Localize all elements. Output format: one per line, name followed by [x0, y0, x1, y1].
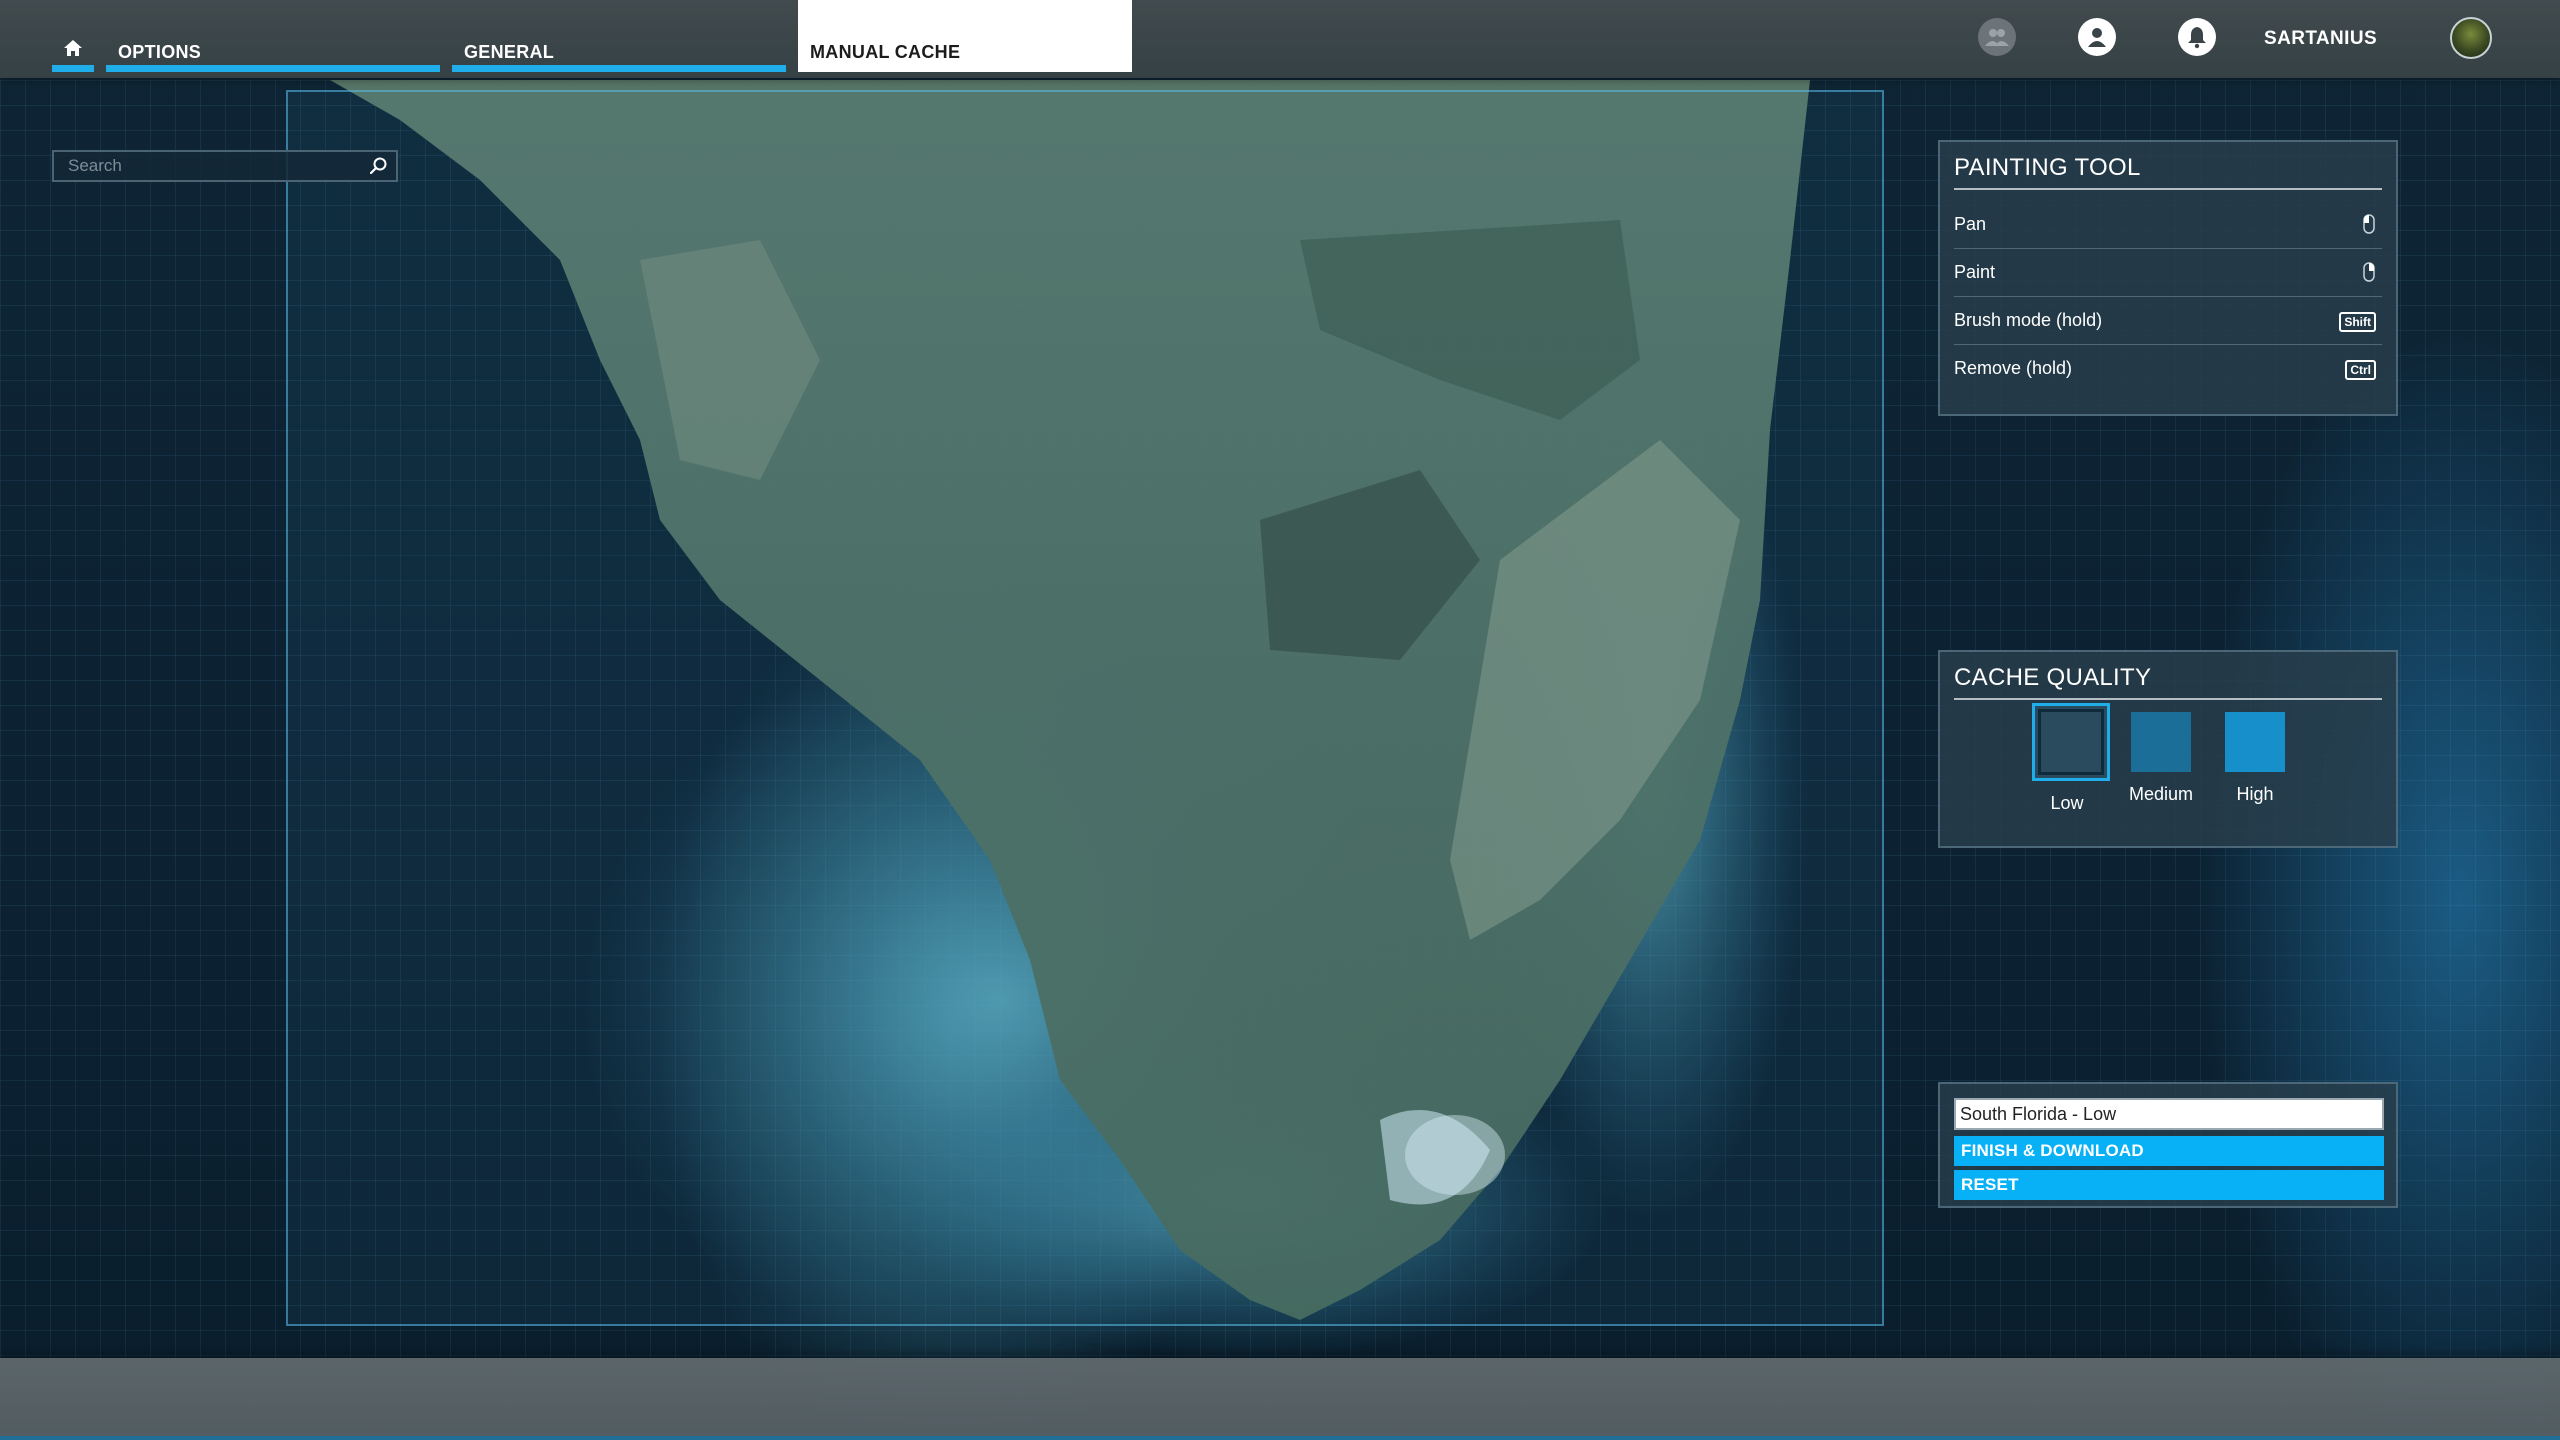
painting-tool-panel: PAINTING TOOL Pan Paint Brush mode (hold… [1938, 140, 2398, 416]
manual-cache-screen: OPTIONS GENERAL MANUAL CACHE SARTANIUS S… [0, 0, 2560, 1440]
friends-icon[interactable] [1978, 18, 2016, 56]
painting-tool-title: PAINTING TOOL [1954, 154, 2382, 190]
cache-name-field[interactable] [1954, 1098, 2384, 1130]
quality-option-medium[interactable]: Medium [2126, 712, 2196, 805]
tool-row-remove: Remove (hold) Ctrl [1954, 346, 2382, 392]
cache-quality-title: CACHE QUALITY [1954, 664, 2382, 700]
tool-row-label: Pan [1954, 214, 1987, 234]
tab-options-label: OPTIONS [118, 42, 202, 62]
bell-icon [2188, 27, 2206, 49]
tool-row-brush-mode: Brush mode (hold) Shift [1954, 298, 2382, 345]
quality-label: High [2236, 784, 2274, 804]
quality-swatch-high[interactable] [2225, 712, 2285, 772]
tool-row-paint: Paint [1954, 250, 2382, 297]
download-panel: FINISH & DOWNLOAD RESET [1938, 1082, 2398, 1208]
tool-row-label: Brush mode (hold) [1954, 310, 2103, 330]
cache-selection-area[interactable] [286, 90, 1884, 1326]
username[interactable]: SARTANIUS [2264, 28, 2377, 50]
finish-download-button[interactable]: FINISH & DOWNLOAD [1954, 1136, 2384, 1166]
search-icon[interactable] [368, 156, 388, 176]
bottom-accent-line [0, 1436, 2560, 1440]
tab-underline [452, 65, 786, 72]
quality-swatch-medium[interactable] [2131, 712, 2191, 772]
tab-home[interactable] [52, 0, 94, 72]
quality-swatch-low[interactable] [2032, 703, 2110, 781]
profile-icon[interactable] [2078, 18, 2116, 56]
reset-button[interactable]: RESET [1954, 1170, 2384, 1200]
quality-label: Medium [2128, 784, 2194, 804]
tab-underline [52, 65, 94, 72]
left-mouse-icon [2362, 214, 2376, 239]
bottom-bar [0, 1358, 2560, 1440]
tool-row-pan: Pan [1954, 202, 2382, 249]
search-input[interactable] [54, 152, 368, 180]
user-icon [2088, 28, 2106, 47]
tab-manual-cache-label: MANUAL CACHE [810, 42, 961, 62]
quality-option-high[interactable]: High [2220, 712, 2290, 805]
notifications-icon[interactable] [2178, 18, 2216, 56]
keycap-shift: Shift [2339, 312, 2376, 332]
quality-label: Low [2050, 793, 2084, 813]
shift-key-icon: Shift [2339, 310, 2376, 332]
tab-options[interactable]: OPTIONS [106, 0, 440, 72]
people-icon [1985, 29, 2009, 46]
avatar[interactable] [2450, 17, 2492, 59]
tab-general[interactable]: GENERAL [452, 0, 786, 72]
tab-general-label: GENERAL [464, 42, 555, 62]
tool-row-label: Paint [1954, 262, 1996, 282]
search-box[interactable] [52, 150, 398, 182]
tab-manual-cache[interactable]: MANUAL CACHE [798, 0, 1132, 72]
home-icon [64, 40, 82, 56]
right-mouse-icon [2362, 262, 2376, 287]
cache-quality-panel: CACHE QUALITY Low Medium High [1938, 650, 2398, 848]
tab-underline [106, 65, 440, 72]
keycap-ctrl: Ctrl [2345, 360, 2376, 380]
tool-row-label: Remove (hold) [1954, 358, 2073, 378]
ctrl-key-icon: Ctrl [2345, 358, 2376, 380]
quality-option-low[interactable]: Low [2032, 703, 2110, 814]
top-navigation-bar: OPTIONS GENERAL MANUAL CACHE SARTANIUS [0, 0, 2560, 78]
